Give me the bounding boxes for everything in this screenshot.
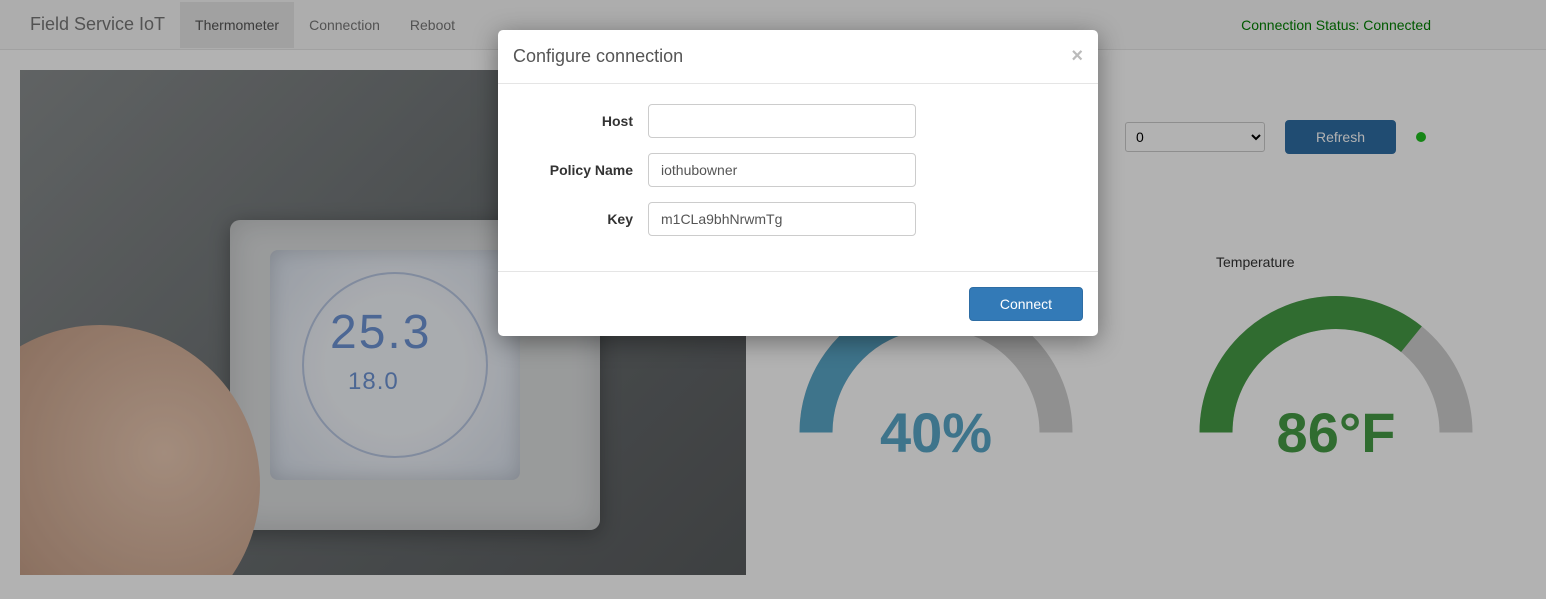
connect-button[interactable]: Connect bbox=[969, 287, 1083, 321]
policy-name-input[interactable] bbox=[648, 153, 916, 187]
modal-body: Host Policy Name Key bbox=[498, 84, 1098, 271]
policy-name-label: Policy Name bbox=[518, 162, 648, 178]
close-icon[interactable]: × bbox=[1071, 45, 1083, 68]
modal-header: Configure connection × bbox=[498, 30, 1098, 84]
host-label: Host bbox=[518, 113, 648, 129]
host-input[interactable] bbox=[648, 104, 916, 138]
configure-connection-modal: Configure connection × Host Policy Name … bbox=[498, 30, 1098, 336]
key-label: Key bbox=[518, 211, 648, 227]
modal-footer: Connect bbox=[498, 271, 1098, 336]
modal-title: Configure connection bbox=[513, 46, 683, 67]
key-input[interactable] bbox=[648, 202, 916, 236]
